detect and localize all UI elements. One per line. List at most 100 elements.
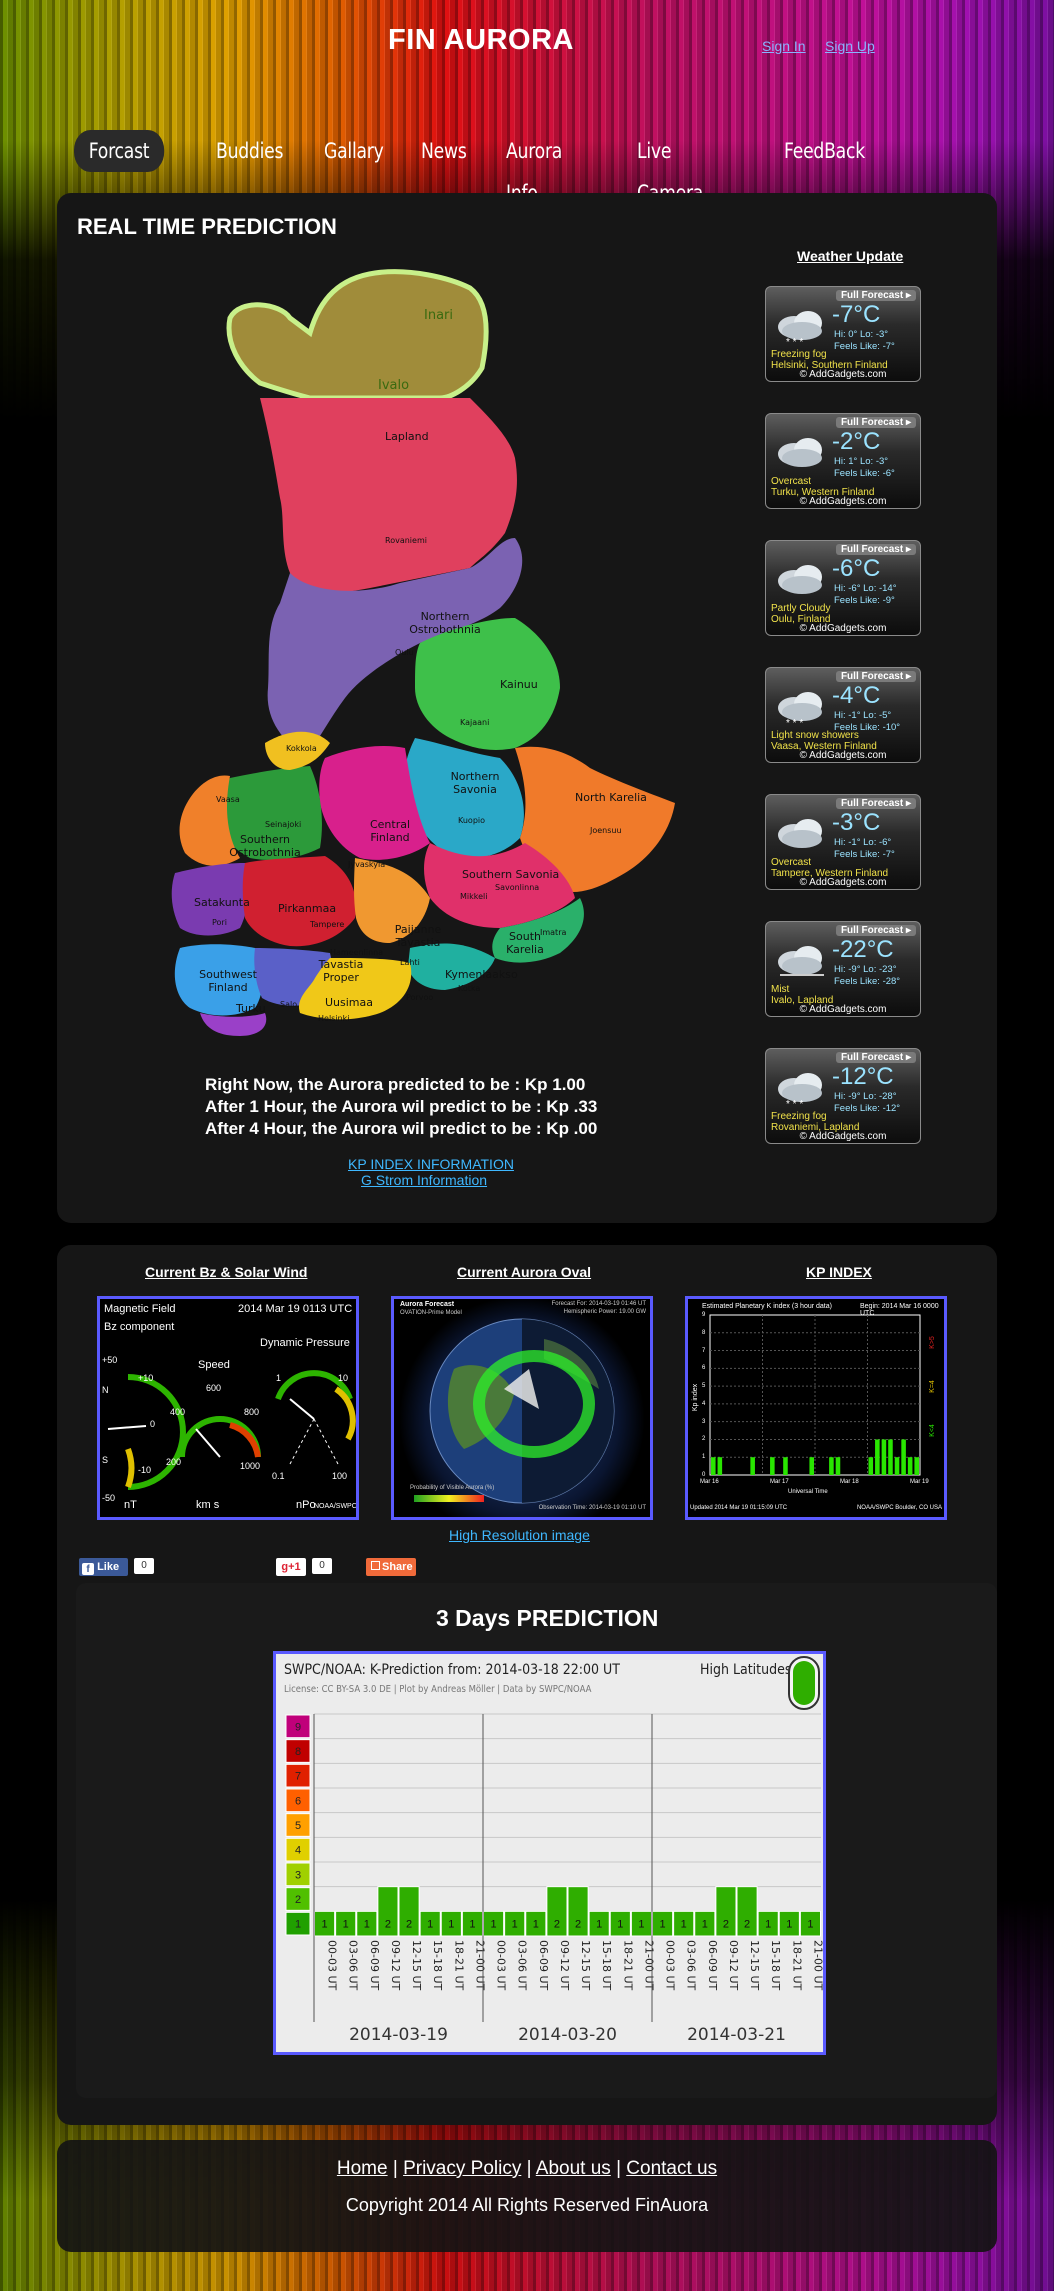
map-label: Kainuu	[500, 678, 538, 691]
aurora-oval-image[interactable]: Aurora Forecast OVATION-Prime Model Fore…	[391, 1296, 653, 1520]
kp-category-label: 12-15 UT	[579, 1940, 592, 1991]
map-label: Pirkanmaa	[278, 902, 337, 915]
footer-links: Home | Privacy Policy | About us | Conta…	[0, 2158, 1054, 2180]
weather-hilo: Hi: -9° Lo: -23° Feels Like: -28°	[834, 964, 901, 987]
site-logo[interactable]: FIN AURORA	[388, 24, 574, 57]
copyright: Copyright 2014 All Rights Reserved FinAu…	[345, 2195, 709, 2215]
map-label: Inari	[424, 308, 453, 323]
weather-source: © AddGadgets.com	[799, 623, 887, 634]
full-forecast-button[interactable]: Full Forecast ▸	[835, 925, 916, 936]
cloud-icon	[778, 438, 822, 467]
kp-mini-ytick: 7	[702, 1347, 706, 1354]
oval-probability: Probability of Visible Aurora (%)	[410, 1485, 495, 1491]
kp-category-label: 15-18 UT	[600, 1940, 613, 1991]
kp-category-label: 00-03 UT	[495, 1940, 508, 1991]
kp-category-label: 00-03 UT	[326, 1940, 339, 1991]
google-plus-button[interactable]: g+1	[276, 1558, 306, 1576]
bz-tick: -50	[102, 1493, 116, 1503]
map-label: Vaasa	[216, 795, 240, 804]
kp-category-label: 18-21 UT	[452, 1940, 465, 1991]
map-label: Seinajoki	[265, 820, 302, 829]
mist-icon	[778, 946, 824, 976]
map-label: Turku	[236, 1002, 266, 1015]
full-forecast-button[interactable]: Full Forecast ▸	[835, 1052, 916, 1063]
weather-widget[interactable]: Full Forecast ▸ * * * -12°C Hi: -9° Lo: -28…	[765, 1048, 921, 1144]
weather-widget[interactable]: Full Forecast ▸ -3°C Hi: -1° Lo: -6° Feels …	[765, 794, 921, 890]
weather-condition: Overcast Turku, Western Finland	[771, 476, 875, 498]
map-label: Southern Savonia	[462, 868, 560, 881]
weather-widget[interactable]: Full Forecast ▸ -6°C Hi: -6° Lo: -14° Feels…	[765, 540, 921, 636]
sign-in-link[interactable]: Sign In	[762, 38, 806, 54]
map-label: Northern Savonia	[450, 770, 500, 796]
high-resolution-link[interactable]: High Resolution image	[449, 1527, 590, 1543]
facebook-icon: f	[82, 1563, 94, 1575]
full-forecast-button[interactable]: Full Forecast ▸	[835, 798, 916, 809]
full-forecast-button[interactable]: Full Forecast ▸	[835, 417, 916, 428]
map-label: Uusimaa	[325, 996, 374, 1009]
bz-solar-wind-image[interactable]: Magnetic Field Bz component 2014 Mar 19 …	[97, 1296, 359, 1520]
sign-up-link[interactable]: Sign Up	[825, 38, 875, 54]
weather-widget[interactable]: Full Forecast ▸ * * * -7°C Hi: 0° Lo: -3° Fe…	[765, 286, 921, 382]
map-label: Kymenlaakso	[445, 968, 518, 981]
page: FIN AURORA Sign In Sign Up Forcast Buddi…	[0, 0, 1054, 2291]
full-forecast-button[interactable]: Full Forecast ▸	[835, 671, 916, 682]
day-label: 2014-03-19	[349, 2025, 448, 2045]
footer-home-link[interactable]: Home	[337, 2158, 388, 2179]
kp-index-info-link[interactable]: KP INDEX INFORMATION	[348, 1156, 514, 1172]
kp-bar-label: 2	[385, 1919, 391, 1931]
weather-source: © AddGadgets.com	[799, 877, 887, 888]
nav-feedback[interactable]: FeedBack	[784, 130, 865, 172]
day-label: 2014-03-21	[687, 2025, 786, 2045]
scale-label: 6	[295, 1795, 301, 1807]
map-label: Joensuu	[590, 826, 622, 835]
weather-temp: -3°C	[832, 809, 881, 836]
footer-contact-link[interactable]: Contact us	[626, 2158, 717, 2179]
kp-mini-bar	[894, 1457, 900, 1475]
footer-about-link[interactable]: About us	[536, 2158, 611, 2179]
share-button[interactable]: Share	[366, 1558, 416, 1576]
kp-index-image[interactable]: Estimated Planetary K index (3 hour data…	[685, 1296, 947, 1520]
nav-gallary[interactable]: Gallary	[324, 130, 384, 172]
footer-sep: |	[616, 2158, 621, 2179]
weather-temp: -7°C	[832, 301, 881, 328]
nav-aurora-info[interactable]: Aurora Info	[506, 130, 562, 205]
scale-label: 3	[295, 1869, 301, 1881]
dp-tick: 100	[332, 1471, 348, 1481]
weather-source: © AddGadgets.com	[799, 496, 887, 507]
kp-bar-label: 2	[744, 1919, 750, 1931]
kp-bar-label: 1	[427, 1919, 433, 1931]
full-forecast-button[interactable]: Full Forecast ▸	[835, 544, 916, 555]
map-label: Kokkola	[286, 744, 317, 753]
weather-source: © AddGadgets.com	[799, 750, 887, 761]
kp-mini-bar	[809, 1457, 814, 1475]
kp-mini-legend: K<4	[928, 1424, 936, 1437]
weather-widget[interactable]: Full Forecast ▸ -2°C Hi: 1° Lo: -3° Feels L…	[765, 413, 921, 509]
kp-bar-label: 1	[448, 1919, 454, 1931]
kp-mini-bar	[829, 1457, 834, 1475]
g-storm-info-link[interactable]: G Strom Information	[361, 1172, 487, 1188]
map-label: Northern Ostrobothnia	[409, 610, 481, 636]
nav-live-camera[interactable]: Live Camera	[637, 130, 703, 205]
svg-text:* * *: * * *	[786, 1099, 803, 1109]
map-label: Rovaniemi	[385, 536, 427, 545]
map-label: Oulu	[395, 648, 414, 657]
map-label: Central Finland	[369, 818, 411, 844]
kp-bar-label: 1	[765, 1919, 771, 1931]
kp-bar-label: 1	[596, 1919, 602, 1931]
kp-category-label: 06-09 UT	[537, 1940, 550, 1991]
scale-label: 7	[295, 1771, 301, 1783]
footer-privacy-link[interactable]: Privacy Policy	[403, 2158, 521, 2179]
cloud-icon	[778, 819, 822, 848]
full-forecast-button[interactable]: Full Forecast ▸	[835, 290, 916, 301]
facebook-like-button[interactable]: f Like	[79, 1558, 128, 1576]
nav-forcast[interactable]: Forcast	[74, 130, 165, 172]
weather-widget[interactable]: Full Forecast ▸ -22°C Hi: -9° Lo: -23° Feel…	[765, 921, 921, 1017]
speed-tick: 600	[206, 1383, 222, 1393]
bz-gauges	[107, 1370, 356, 1490]
nav-news[interactable]: News	[421, 130, 467, 172]
nav-buddies[interactable]: Buddies	[216, 130, 283, 172]
bz-tick: +50	[102, 1355, 118, 1365]
map-label: Lahti	[400, 958, 420, 967]
weather-widget[interactable]: Full Forecast ▸ * * * -4°C Hi: -1° Lo: -5° F…	[765, 667, 921, 763]
kp-category-label: 12-15 UT	[410, 1940, 423, 1991]
